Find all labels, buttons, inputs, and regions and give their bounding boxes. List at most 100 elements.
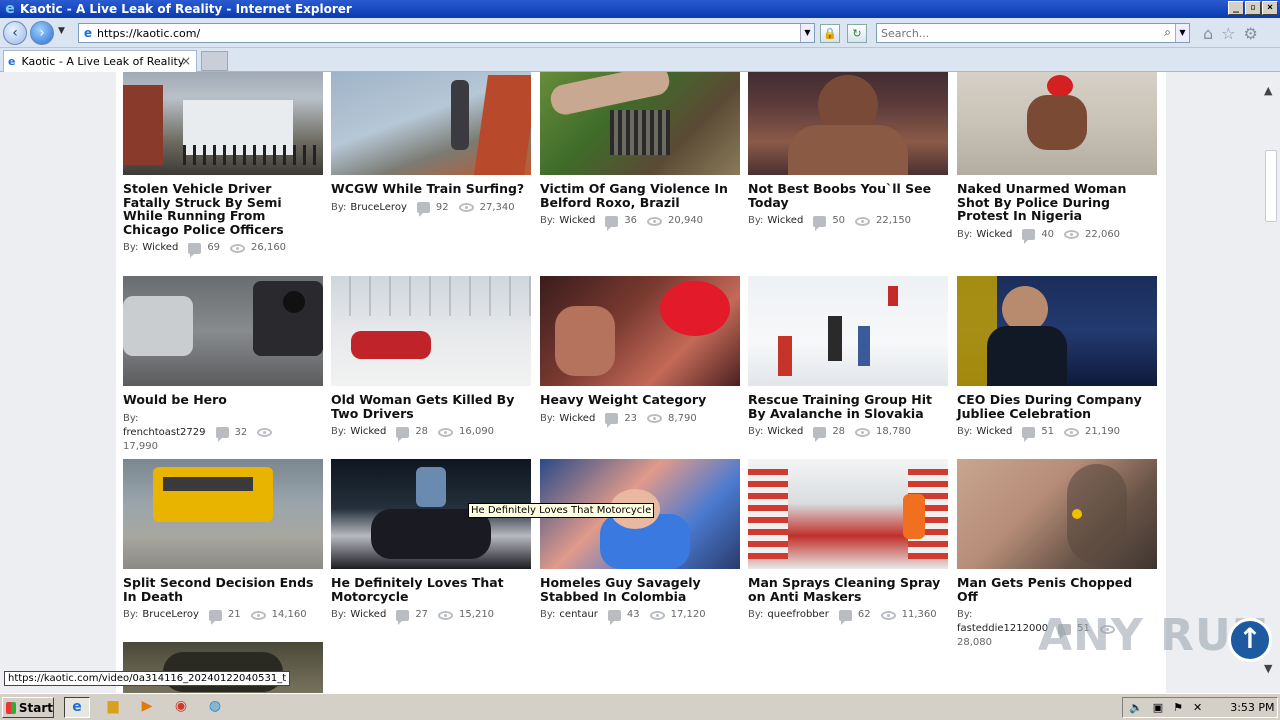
flag-notification-icon[interactable]: ⚑ xyxy=(1173,701,1183,714)
video-title[interactable]: CEO Dies During Company Jubliee Celebrat… xyxy=(957,393,1157,420)
video-author[interactable]: Wicked xyxy=(350,425,386,439)
video-title[interactable]: Man Gets Penis Chopped Off xyxy=(957,576,1157,603)
video-title[interactable]: Split Second Decision Ends In Death xyxy=(123,576,323,603)
network-icon[interactable]: ▣ xyxy=(1153,701,1163,714)
video-title[interactable]: Victim Of Gang Violence In Belford Roxo,… xyxy=(540,182,740,209)
video-card[interactable]: Heavy Weight Category By: Wicked 23 8,79… xyxy=(540,276,740,428)
scroll-up-icon[interactable]: ▲ xyxy=(1264,84,1272,97)
video-thumbnail[interactable] xyxy=(748,72,948,175)
video-card[interactable]: Man Sprays Cleaning Spray on Anti Masker… xyxy=(748,459,948,625)
search-input[interactable] xyxy=(877,24,1147,42)
video-title[interactable]: Old Woman Gets Killed By Two Drivers xyxy=(331,393,531,420)
video-card[interactable]: He Definitely Loves That Motorcycle By: … xyxy=(331,459,531,625)
video-author[interactable]: Wicked xyxy=(350,608,386,622)
video-title[interactable]: Not Best Boobs You`ll See Today xyxy=(748,182,948,209)
video-author[interactable]: centaur xyxy=(559,608,598,622)
address-url[interactable]: https://kaotic.com/ xyxy=(97,27,200,40)
video-thumbnail[interactable] xyxy=(957,276,1157,386)
video-author[interactable]: BruceLeroy xyxy=(142,608,198,622)
video-thumbnail[interactable] xyxy=(331,276,531,386)
scrollbar-thumb[interactable] xyxy=(1265,150,1277,222)
page-icon: e xyxy=(83,26,93,40)
video-card[interactable]: WCGW While Train Surfing? By: BruceLeroy… xyxy=(331,72,531,217)
close-button[interactable]: × xyxy=(1262,1,1278,15)
video-thumbnail[interactable] xyxy=(540,276,740,386)
lock-icon[interactable]: 🔒 xyxy=(820,24,840,43)
new-tab-button[interactable] xyxy=(201,51,228,71)
video-author[interactable]: queefrobber xyxy=(767,608,828,622)
video-card[interactable]: Rescue Training Group Hit By Avalanche i… xyxy=(748,276,948,442)
video-author[interactable]: Wicked xyxy=(142,241,178,255)
volume-icon[interactable]: 🔈 xyxy=(1129,701,1143,714)
video-author[interactable]: Wicked xyxy=(559,214,595,228)
video-meta: By: Wicked 36 20,940 xyxy=(540,214,740,231)
favorites-star-icon[interactable]: ☆ xyxy=(1221,24,1235,43)
video-card[interactable]: Old Woman Gets Killed By Two Drivers By:… xyxy=(331,276,531,442)
video-card[interactable]: Not Best Boobs You`ll See Today By: Wick… xyxy=(748,72,948,231)
video-thumbnail[interactable] xyxy=(957,72,1157,175)
refresh-icon[interactable]: ↻ xyxy=(847,24,867,43)
video-thumbnail[interactable] xyxy=(123,459,323,569)
taskbar-ie-icon[interactable]: e xyxy=(64,697,90,718)
video-thumbnail[interactable] xyxy=(123,72,323,175)
tab-kaotic[interactable]: e Kaotic - A Live Leak of Reality × xyxy=(3,50,197,72)
search-box[interactable]: ⌕ ▼ xyxy=(876,23,1190,43)
minimize-button[interactable]: _ xyxy=(1228,1,1244,15)
video-title[interactable]: Naked Unarmed Woman Shot By Police Durin… xyxy=(957,182,1157,223)
video-title[interactable]: Heavy Weight Category xyxy=(540,393,740,407)
taskbar-edge-icon[interactable]: ◍ xyxy=(202,697,228,718)
video-thumbnail[interactable] xyxy=(123,276,323,386)
address-dropdown-icon[interactable]: ▼ xyxy=(800,24,814,42)
video-title[interactable]: Would be Hero xyxy=(123,393,323,407)
close-tray-icon[interactable]: ✕ xyxy=(1193,701,1202,714)
tab-close-icon[interactable]: × xyxy=(181,54,191,68)
video-thumbnail[interactable] xyxy=(957,459,1157,569)
by-label: By: xyxy=(748,215,764,226)
video-thumbnail[interactable] xyxy=(748,459,948,569)
video-author[interactable]: Wicked xyxy=(559,412,595,426)
back-button[interactable]: ‹ xyxy=(3,21,27,45)
vertical-scrollbar[interactable]: ▲ ▼ xyxy=(1262,72,1280,693)
video-author[interactable]: BruceLeroy xyxy=(350,201,406,215)
video-author[interactable]: Wicked xyxy=(767,214,803,228)
taskbar-explorer-icon[interactable]: ▆ xyxy=(100,697,126,718)
taskbar-chrome-icon[interactable]: ◉ xyxy=(168,697,194,718)
video-author[interactable]: Wicked xyxy=(767,425,803,439)
video-author[interactable]: Wicked xyxy=(976,228,1012,242)
search-icon[interactable]: ⌕ xyxy=(1164,25,1171,40)
video-thumbnail[interactable] xyxy=(748,276,948,386)
video-title[interactable]: Homeles Guy Savagely Stabbed In Colombia xyxy=(540,576,740,603)
video-title[interactable]: WCGW While Train Surfing? xyxy=(331,182,531,196)
taskbar-media-player-icon[interactable]: ▶ xyxy=(134,697,160,718)
address-bar[interactable]: e https://kaotic.com/ ▼ xyxy=(78,23,815,43)
video-card[interactable]: Victim Of Gang Violence In Belford Roxo,… xyxy=(540,72,740,231)
video-card[interactable]: CEO Dies During Company Jubliee Celebrat… xyxy=(957,276,1157,442)
scroll-to-top-button[interactable]: ↑ xyxy=(1228,618,1272,662)
comment-icon xyxy=(813,215,827,231)
video-thumbnail[interactable] xyxy=(540,72,740,175)
video-author[interactable]: Wicked xyxy=(976,425,1012,439)
video-card[interactable]: Naked Unarmed Woman Shot By Police Durin… xyxy=(957,72,1157,244)
video-card[interactable]: Would be Hero By: frenchtoast2729 32 17,… xyxy=(123,276,323,454)
video-card[interactable]: Split Second Decision Ends In Death By: … xyxy=(123,459,323,625)
video-title[interactable]: Man Sprays Cleaning Spray on Anti Masker… xyxy=(748,576,948,603)
video-title[interactable]: Rescue Training Group Hit By Avalanche i… xyxy=(748,393,948,420)
start-button[interactable]: Start xyxy=(2,697,54,718)
window-titlebar: e Kaotic - A Live Leak of Reality - Inte… xyxy=(0,0,1280,18)
video-meta: By: Wicked 27 15,210 xyxy=(331,608,531,625)
scroll-down-icon[interactable]: ▼ xyxy=(1264,662,1272,675)
by-label: By: xyxy=(957,228,973,240)
video-thumbnail[interactable] xyxy=(331,72,531,175)
video-title[interactable]: He Definitely Loves That Motorcycle xyxy=(331,576,531,603)
video-card[interactable]: Homeles Guy Savagely Stabbed In Colombia… xyxy=(540,459,740,625)
gear-icon[interactable]: ⚙ xyxy=(1244,24,1258,43)
home-icon[interactable]: ⌂ xyxy=(1203,24,1213,43)
video-title[interactable]: Stolen Vehicle Driver Fatally Struck By … xyxy=(123,182,323,236)
maximize-button[interactable]: ▫ xyxy=(1245,1,1261,15)
recent-pages-dropdown-icon[interactable]: ▼ xyxy=(58,26,65,36)
forward-button[interactable]: › xyxy=(30,21,54,45)
video-author[interactable]: frenchtoast2729 xyxy=(123,426,206,440)
video-author[interactable]: fasteddie1212000 xyxy=(957,622,1048,636)
video-card[interactable]: Stolen Vehicle Driver Fatally Struck By … xyxy=(123,72,323,258)
search-dropdown-icon[interactable]: ▼ xyxy=(1175,24,1189,42)
